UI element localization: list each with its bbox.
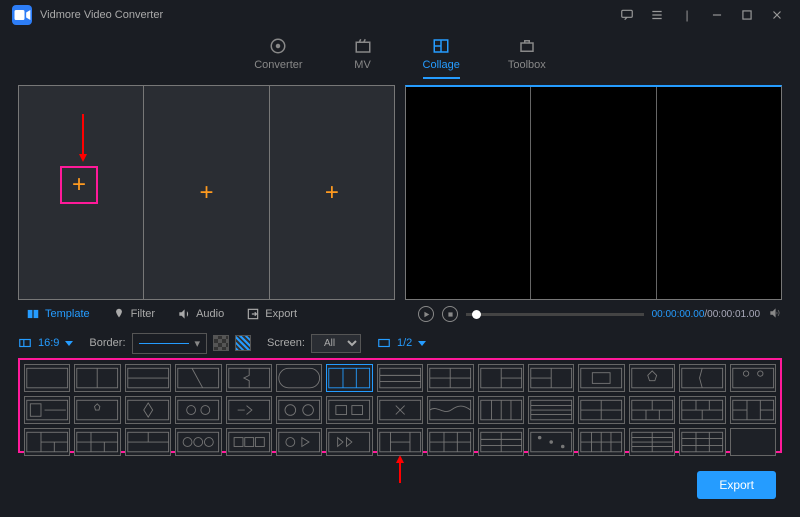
template-item[interactable] — [629, 396, 675, 424]
comment-icon[interactable] — [616, 4, 638, 26]
screen-select[interactable]: All — [311, 334, 361, 353]
tab-filter[interactable]: Filter — [104, 303, 163, 325]
preview-panel — [405, 85, 782, 300]
template-item[interactable] — [730, 364, 776, 392]
template-item-selected[interactable] — [326, 364, 372, 392]
template-item[interactable] — [377, 364, 423, 392]
seek-slider[interactable] — [466, 313, 644, 316]
template-item[interactable] — [478, 396, 524, 424]
template-item[interactable] — [74, 396, 120, 424]
app-title: Vidmore Video Converter — [40, 9, 163, 21]
time-display: 00:00:00.00/00:00:01.00 — [652, 309, 760, 320]
main-nav: Converter MV Collage Toolbox — [0, 30, 800, 85]
app-logo — [12, 5, 32, 25]
preview-cell — [657, 87, 781, 299]
template-item[interactable] — [478, 364, 524, 392]
template-item[interactable] — [24, 428, 70, 456]
titlebar: Vidmore Video Converter | — [0, 0, 800, 30]
template-item[interactable] — [24, 364, 70, 392]
export-button[interactable]: Export — [697, 471, 776, 499]
template-item[interactable] — [679, 396, 725, 424]
tab-audio[interactable]: Audio — [169, 303, 232, 325]
ratio-selector[interactable]: 16:9 — [18, 336, 73, 350]
play-button[interactable] — [418, 306, 434, 322]
collage-cell-2[interactable]: + — [144, 86, 269, 299]
panel-bar: Template Filter Audio Export 00:00:00.00… — [0, 300, 800, 328]
divider: | — [676, 4, 698, 26]
menu-icon[interactable] — [646, 4, 668, 26]
preview-cell — [531, 87, 656, 299]
add-icon[interactable]: + — [325, 179, 339, 207]
template-item[interactable] — [276, 428, 322, 456]
workspace: + + + — [0, 85, 800, 300]
stop-button[interactable] — [442, 306, 458, 322]
preview-cell — [406, 87, 531, 299]
template-item[interactable] — [427, 428, 473, 456]
template-item[interactable] — [578, 428, 624, 456]
nav-converter[interactable]: Converter — [254, 37, 302, 79]
border-style-select[interactable]: ▾ — [132, 333, 208, 354]
zoom-selector[interactable]: 1/2 — [377, 336, 426, 350]
arrow-indicator-2 — [0, 453, 800, 489]
template-item[interactable] — [276, 396, 322, 424]
template-gallery — [18, 358, 782, 453]
maximize-icon[interactable] — [736, 4, 758, 26]
template-item[interactable] — [326, 396, 372, 424]
template-item[interactable] — [478, 428, 524, 456]
template-toolbar: 16:9 Border: ▾ Screen: All 1/2 — [0, 328, 800, 358]
border-color-picker[interactable] — [213, 335, 229, 351]
template-item[interactable] — [528, 396, 574, 424]
nav-collage[interactable]: Collage — [423, 37, 460, 79]
add-icon[interactable]: + — [72, 171, 86, 199]
template-item[interactable] — [24, 396, 70, 424]
template-item[interactable] — [175, 364, 221, 392]
collage-editor: + + + — [18, 85, 395, 300]
template-item[interactable] — [125, 428, 171, 456]
template-item[interactable] — [629, 428, 675, 456]
template-item[interactable] — [276, 364, 322, 392]
template-item[interactable] — [226, 428, 272, 456]
template-item[interactable] — [125, 364, 171, 392]
template-item[interactable] — [226, 364, 272, 392]
tab-template[interactable]: Template — [18, 303, 98, 325]
template-item[interactable] — [427, 364, 473, 392]
close-icon[interactable] — [766, 4, 788, 26]
template-item[interactable] — [377, 428, 423, 456]
template-item[interactable] — [125, 396, 171, 424]
template-item[interactable] — [427, 396, 473, 424]
template-item[interactable] — [730, 396, 776, 424]
template-item[interactable] — [326, 428, 372, 456]
template-item[interactable] — [74, 428, 120, 456]
template-item[interactable] — [578, 364, 624, 392]
collage-cell-1[interactable]: + — [19, 86, 144, 299]
border-pattern[interactable] — [235, 335, 251, 351]
screen-label: Screen: — [267, 337, 305, 349]
nav-mv[interactable]: MV — [351, 37, 375, 79]
add-icon[interactable]: + — [199, 179, 213, 207]
template-item[interactable] — [730, 428, 776, 456]
template-item[interactable] — [226, 396, 272, 424]
template-item[interactable] — [528, 428, 574, 456]
border-label: Border: — [89, 337, 125, 349]
template-item[interactable] — [377, 396, 423, 424]
template-item[interactable] — [679, 428, 725, 456]
template-item[interactable] — [528, 364, 574, 392]
arrow-indicator — [77, 114, 89, 162]
collage-cell-3[interactable]: + — [270, 86, 394, 299]
nav-toolbox[interactable]: Toolbox — [508, 37, 546, 79]
volume-icon[interactable] — [768, 306, 782, 323]
template-item[interactable] — [175, 428, 221, 456]
template-item[interactable] — [578, 396, 624, 424]
minimize-icon[interactable] — [706, 4, 728, 26]
template-item[interactable] — [679, 364, 725, 392]
template-item[interactable] — [74, 364, 120, 392]
template-item[interactable] — [175, 396, 221, 424]
tab-export[interactable]: Export — [238, 303, 305, 325]
template-item[interactable] — [629, 364, 675, 392]
